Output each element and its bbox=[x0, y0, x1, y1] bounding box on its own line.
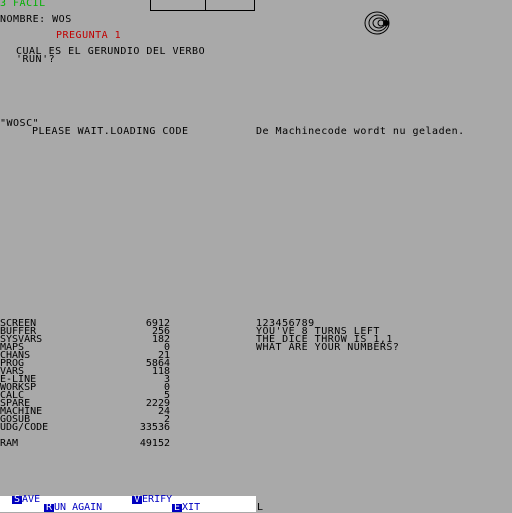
spiral-icon bbox=[364, 11, 390, 35]
exit-option[interactable]: E XIT bbox=[172, 502, 201, 513]
run-again-label: UN AGAIN bbox=[54, 502, 103, 513]
ram-row: RAM 49152 bbox=[0, 438, 170, 449]
level-label: 3 FACIL bbox=[0, 0, 46, 9]
ram-label: RAM bbox=[0, 438, 19, 449]
answer-boxes bbox=[150, 0, 255, 11]
run-key: R bbox=[44, 502, 55, 513]
verify-label: ERIFY bbox=[142, 494, 173, 505]
ram-value: 49152 bbox=[139, 438, 170, 449]
sysvar-row: UDG/CODE 33536 bbox=[0, 422, 170, 433]
verify-option[interactable]: V ERIFY bbox=[132, 494, 173, 505]
dice-prompt: WHAT ARE YOUR NUMBERS? bbox=[256, 342, 400, 353]
exit-label: XIT bbox=[182, 502, 201, 513]
bottom-menu: S AVE V ERIFY R UN AGAIN E XIT bbox=[0, 494, 256, 513]
sysvar-row: CHANS 21 bbox=[0, 351, 170, 361]
question-line-2: 'RUN'? bbox=[16, 54, 56, 65]
sysvar-row: WORKSP 0 bbox=[0, 383, 170, 393]
player-name: NOMBRE: WOS bbox=[0, 14, 72, 25]
sysvar-value: 33536 bbox=[139, 422, 170, 433]
exit-key: E bbox=[172, 502, 183, 513]
save-key: S bbox=[12, 494, 23, 505]
save-label: AVE bbox=[22, 494, 41, 505]
loading-status: PLEASE WAIT.LOADING CODE bbox=[32, 126, 189, 137]
loading-message-dutch: De Machinecode wordt nu geladen. bbox=[256, 126, 465, 137]
input-cursor: L bbox=[257, 502, 264, 513]
sysvar-row: SYSVARS 182 bbox=[0, 335, 170, 345]
sysvar-row: PROG 5864 bbox=[0, 359, 170, 369]
sysvar-name: UDG/CODE bbox=[0, 422, 49, 433]
verify-key: V bbox=[132, 494, 143, 505]
save-option[interactable]: S AVE bbox=[12, 494, 41, 505]
question-title: PREGUNTA 1 bbox=[56, 30, 122, 41]
run-again-option[interactable]: R UN AGAIN bbox=[44, 502, 103, 513]
